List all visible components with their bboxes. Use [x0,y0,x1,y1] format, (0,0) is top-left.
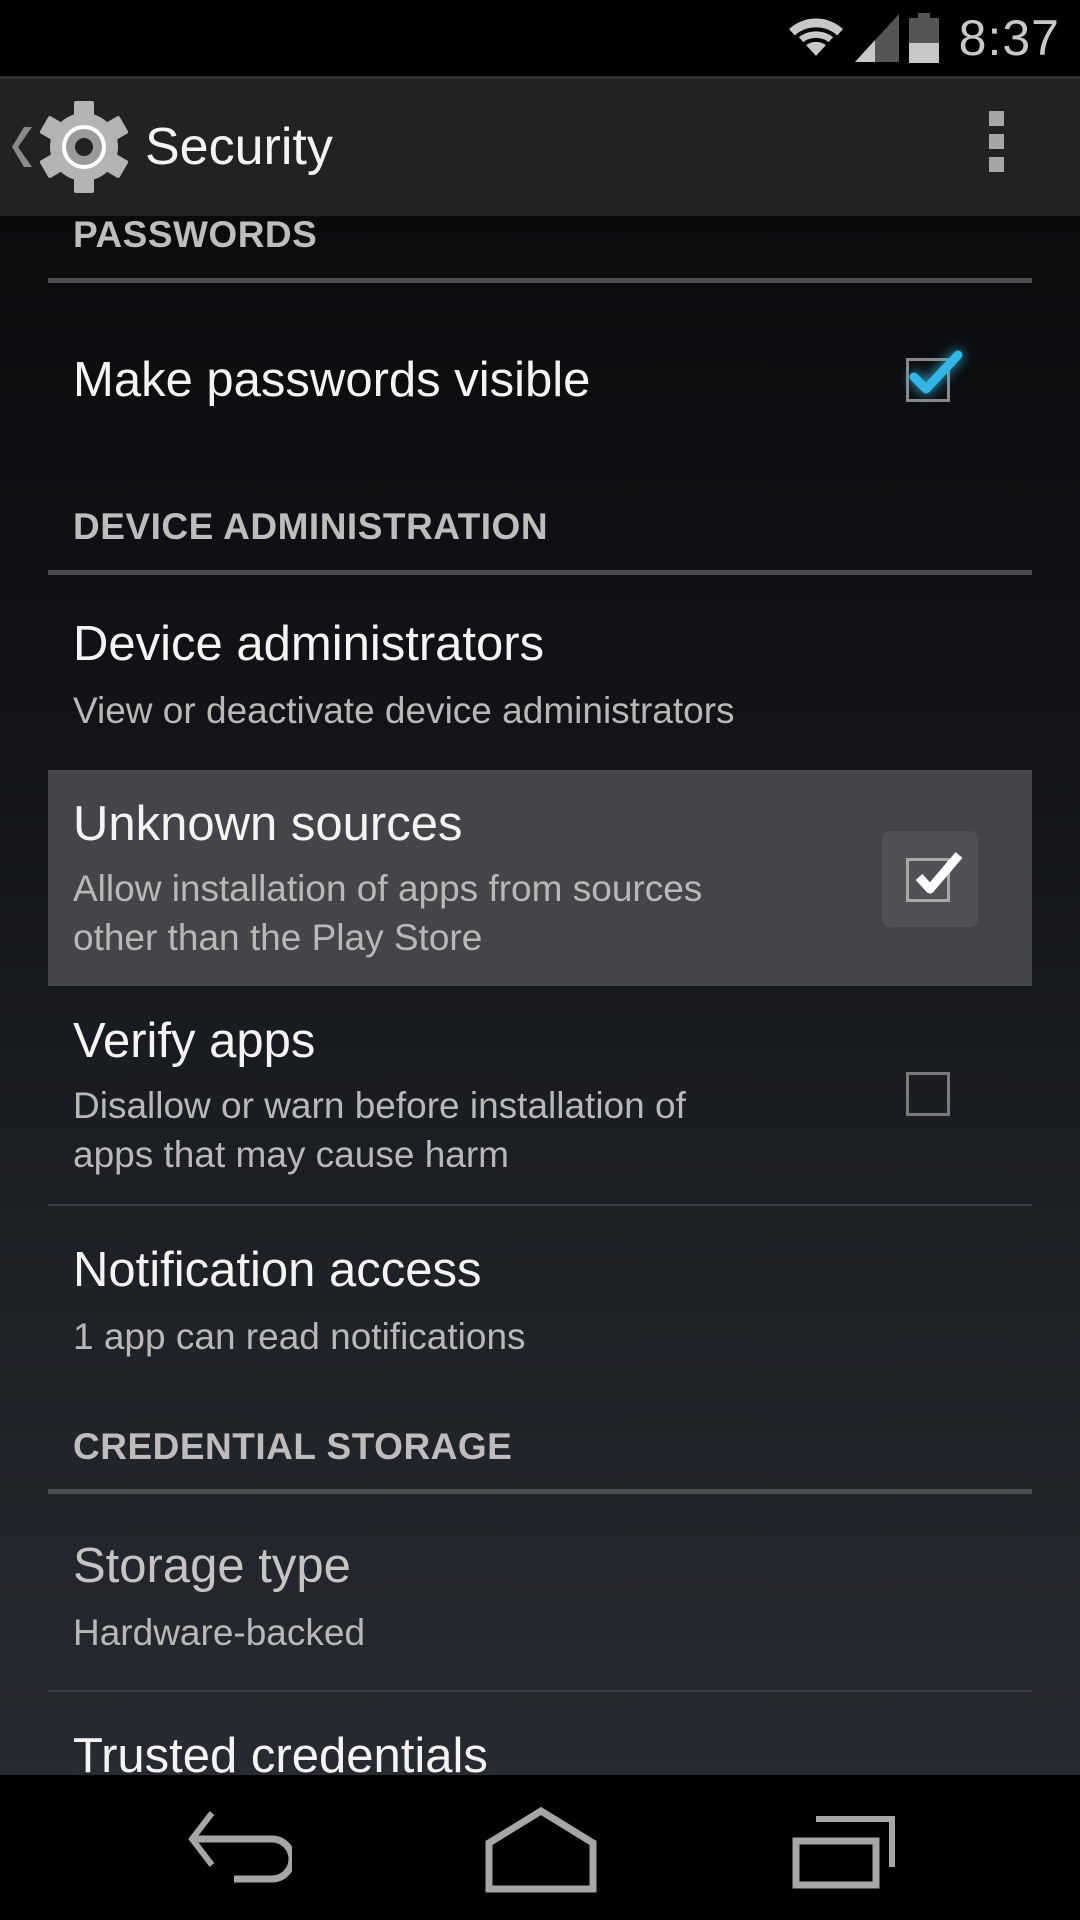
checkmark-icon [915,852,963,894]
recents-icon[interactable] [792,1805,896,1895]
pref-summary: View or deactivate device administrators [73,690,735,731]
section-divider [48,278,1032,283]
pref-title: Trusted credentials [73,1729,488,1775]
pref-title: Make passwords visible [73,353,591,407]
pref-summary: apps that may cause harm [73,1134,509,1175]
pref-summary: Disallow or warn before installation of [73,1085,686,1126]
settings-list[interactable]: PASSWORDS Make passwords visible DEVICE … [0,216,1080,1775]
row-divider [48,1204,1032,1206]
section-divider [48,570,1032,575]
checkbox-unknown-sources[interactable] [906,852,963,902]
checkmark-icon [909,350,963,394]
wifi-icon [788,18,843,61]
section-header-passwords: PASSWORDS [73,216,318,255]
pref-summary: Allow installation of apps from sources [73,868,703,909]
status-bar: 8:37 [0,0,1080,76]
row-divider [48,1690,1032,1692]
section-header-device-administration: DEVICE ADMINISTRATION [73,506,549,547]
pref-summary: other than the Play Store [73,917,483,958]
clock: 8:37 [958,10,1060,66]
navigation-bar [0,1775,1080,1920]
pref-title: Device administrators [73,617,545,671]
chevron-left-icon [12,127,32,167]
pref-title: Unknown sources [73,797,463,851]
pref-summary: 1 app can read notifications [73,1316,526,1357]
cell-signal-icon [854,14,899,62]
page-title: Security [145,118,333,176]
section-divider [48,1489,1032,1494]
overflow-menu-button[interactable] [985,111,1009,181]
overflow-menu-icon [985,111,1009,172]
back-icon[interactable] [188,1805,292,1885]
action-bar: Security [0,76,1080,216]
pref-title: Notification access [73,1243,482,1297]
pref-summary: Hardware-backed [73,1612,366,1653]
checkbox-make-passwords-visible[interactable] [906,350,963,402]
section-header-credential-storage: CREDENTIAL STORAGE [73,1426,513,1467]
battery-icon [908,13,939,63]
pref-title: Storage type [73,1539,351,1593]
checkbox-verify-apps[interactable] [906,1072,950,1116]
settings-gear-icon [40,101,128,193]
home-icon[interactable] [485,1805,597,1895]
pref-title: Verify apps [73,1014,316,1068]
